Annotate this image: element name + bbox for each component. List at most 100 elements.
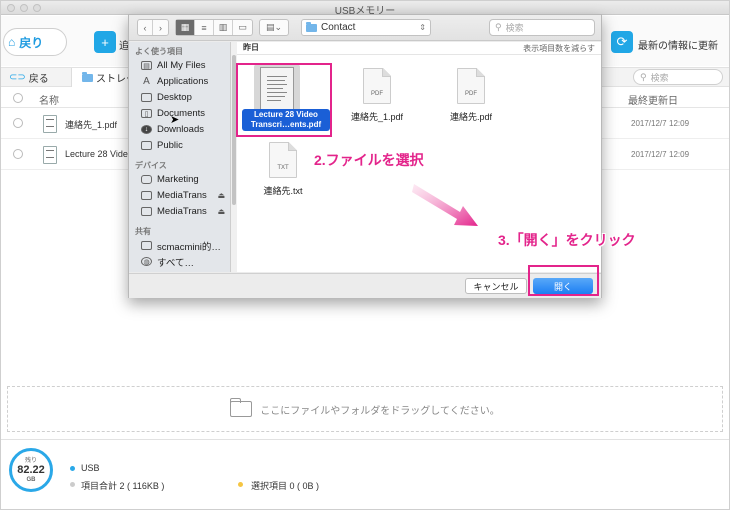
list-view-button[interactable]: ≡	[195, 20, 214, 35]
folder-outline-icon	[230, 398, 253, 417]
chevron-updown-icon: ⇕	[419, 23, 426, 32]
pdf-file-icon[interactable]: PDF	[363, 68, 391, 104]
gauge-label: 残り	[24, 457, 37, 464]
devices-heading: デバイス	[135, 161, 167, 170]
status-bar: 残り 82.22 GB USB 項目合計 2 ( 116KB ) 選択項目 0 …	[1, 439, 729, 509]
column-name[interactable]: 名称	[39, 92, 59, 107]
show-fewer-link[interactable]: 表示項目数を減らす	[523, 43, 595, 54]
chevron-right-icon: ›	[159, 22, 162, 33]
file-name-pdf2[interactable]: 連絡先.pdf	[431, 110, 511, 123]
tab-back[interactable]: ⊂⊃ 戻る	[9, 68, 49, 87]
desktop-icon	[141, 93, 152, 102]
drop-zone[interactable]: ここにファイルやフォルダをドラッグしてください。	[7, 386, 723, 432]
file-name-pdf1[interactable]: 連絡先_1.pdf	[337, 110, 417, 123]
columns-icon: ▥	[218, 22, 228, 32]
refresh-icon[interactable]: ⟳	[611, 31, 633, 53]
sidebar-item-all-shared[interactable]: ◍ すべて…	[141, 254, 194, 269]
dialog-search-input[interactable]: ⚲ 検索	[489, 19, 595, 36]
add-file-icon[interactable]: +	[94, 31, 116, 53]
downloads-icon: ↓	[141, 125, 152, 134]
all-files-icon: ▤	[141, 61, 152, 70]
back-button-label: 戻り	[19, 35, 44, 50]
row-date: 2017/12/7	[631, 150, 667, 159]
cancel-button[interactable]: キャンセル	[465, 278, 527, 294]
drop-zone-text: ここにファイルやフォルダをドラッグしてください。	[260, 405, 500, 417]
selected-dot	[238, 482, 243, 487]
forward-nav-button[interactable]: ›	[153, 20, 168, 35]
select-all-checkbox[interactable]	[13, 93, 23, 103]
sidebar-item-scmacmini[interactable]: scmacmini的…	[141, 238, 221, 253]
sidebar-item-label: Applications	[157, 76, 209, 87]
row-time: 12:09	[669, 119, 690, 128]
sidebar-item-label: Marketing	[157, 174, 199, 185]
column-modified[interactable]: 最終更新日	[628, 92, 678, 107]
sidebar-item-label: MediaTrans	[157, 206, 207, 217]
section-title: 昨日	[243, 43, 259, 52]
pdf-tag: PDF	[371, 91, 383, 97]
selected-items: 選択項目 0 ( 0B )	[251, 481, 320, 491]
search-input[interactable]: ⚲ 検索	[633, 69, 723, 85]
sidebar-item-public[interactable]: Public	[141, 138, 183, 153]
back-button[interactable]: ⌂ 戻り	[3, 28, 67, 56]
pdf-file-icon	[43, 146, 57, 164]
arrange-button[interactable]: ▤⌄	[260, 20, 288, 35]
home-icon: ⌂	[8, 35, 16, 49]
txt-tag: TXT	[277, 165, 289, 171]
eject-icon[interactable]: ⏏	[217, 191, 225, 200]
path-popup[interactable]: Contact ⇕	[301, 19, 431, 36]
search-icon: ⚲	[495, 22, 502, 32]
sidebar-item-mediatrans[interactable]: MediaTrans ⏏	[141, 204, 229, 219]
grid-icon: ▦	[180, 22, 190, 32]
refresh-button-label[interactable]: 最新の情報に更新	[638, 37, 718, 52]
sidebar-item-label: Public	[157, 140, 183, 151]
chevron-left-icon: ‹	[143, 22, 147, 33]
drive-icon	[141, 191, 152, 200]
back-nav-button[interactable]: ‹	[138, 20, 153, 35]
device-dot	[70, 466, 75, 471]
pdf-tag: PDF	[465, 91, 477, 97]
search-placeholder: 検索	[650, 72, 669, 83]
txt-file-icon[interactable]: TXT	[269, 142, 297, 178]
sidebar-item-label: MediaTrans	[157, 190, 207, 201]
sidebar-item-applications[interactable]: A Applications	[141, 74, 208, 89]
history-nav: ‹ ›	[137, 19, 169, 36]
drive-icon	[141, 175, 152, 184]
file-name-txt[interactable]: 連絡先.txt	[243, 184, 323, 197]
pdf-file-icon[interactable]: PDF	[457, 68, 485, 104]
dialog-search-placeholder: 検索	[505, 23, 524, 33]
path-folder-label: Contact	[321, 22, 356, 33]
gallery-view-button[interactable]: ▭	[233, 20, 252, 35]
row-checkbox[interactable]	[13, 149, 23, 159]
sidebar-item-mediatrans[interactable]: MediaTrans ⏏	[141, 188, 229, 203]
eject-icon[interactable]: ⏏	[217, 207, 225, 216]
mouse-cursor-icon: ➤	[170, 114, 180, 126]
gauge-unit: GB	[26, 476, 36, 483]
sidebar-item-label: Downloads	[157, 124, 204, 135]
sidebar-item-label: scmacmini的…	[157, 241, 221, 253]
list-icon: ≡	[201, 22, 207, 33]
icon-view-button[interactable]: ▦	[176, 20, 195, 35]
sidebar-item-desktop[interactable]: Desktop	[141, 90, 192, 105]
row-checkbox[interactable]	[13, 118, 23, 128]
device-label: USB	[81, 463, 100, 473]
title-bar: USBメモリー	[1, 1, 729, 17]
storage-gauge: 残り 82.22 GB	[9, 448, 53, 492]
sidebar-item-label: Desktop	[157, 92, 192, 103]
step2-annotation: 2.ファイルを選択	[314, 152, 424, 168]
view-mode-switch: ▦ ≡ ▥ ▭	[175, 19, 253, 36]
column-view-button[interactable]: ▥	[214, 20, 233, 35]
step3-annotation: 3.「開く」をクリック	[498, 232, 636, 248]
pdf-file-icon	[43, 115, 57, 133]
sidebar-item-all-my-files[interactable]: ▤ All My Files	[141, 58, 206, 73]
sidebar-item-marketing[interactable]: Marketing	[141, 172, 199, 187]
row-name: 連絡先_1.pdf	[65, 120, 118, 130]
folder-icon	[306, 21, 317, 32]
favorites-heading: よく使う項目	[135, 47, 183, 56]
sidebar-item-label: Documents	[157, 108, 206, 119]
arrange-menu[interactable]: ▤⌄	[259, 19, 289, 36]
shared-heading: 共有	[135, 227, 151, 236]
dialog-toolbar: ‹ › ▦ ≡ ▥ ▭ ▤⌄ Contact ⇕ ⚲ 検索	[129, 15, 601, 41]
sidebar-item-label: All My Files	[157, 60, 206, 71]
total-dot	[70, 482, 75, 487]
file-selection-highlight	[236, 63, 332, 137]
